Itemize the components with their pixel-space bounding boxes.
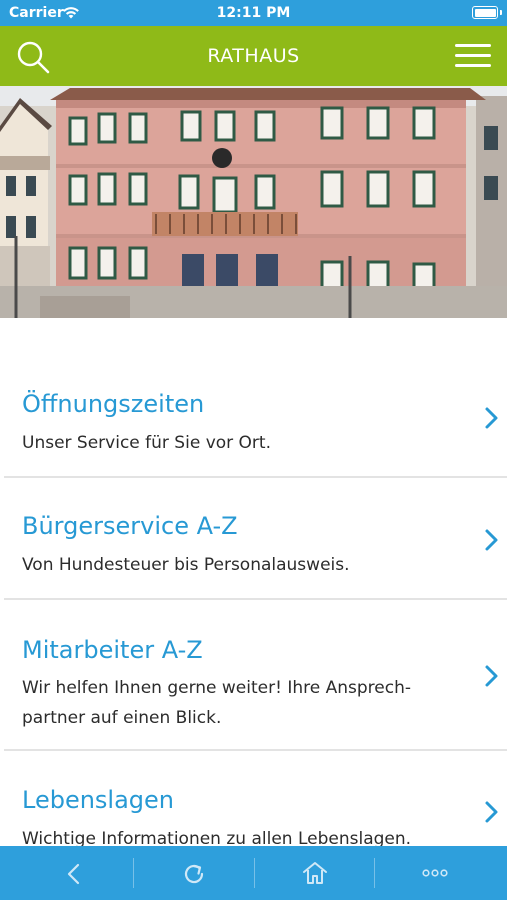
town-hall-photo: [0, 86, 507, 318]
home-icon: [303, 862, 327, 884]
description-line: Von Hundesteuer bis Personalausweis.: [22, 555, 350, 575]
clock: 12:11 PM: [216, 5, 291, 21]
status-bar: Carrier 12:11 PM: [0, 0, 507, 26]
more-icon: [422, 869, 448, 877]
divider: [4, 598, 507, 600]
chevron-right-icon: [485, 529, 498, 551]
more-button[interactable]: [375, 846, 495, 900]
hero-image: [0, 86, 507, 318]
item-description: Unser Service für Sie vor Ort.: [22, 428, 462, 458]
description-line: Wir helfen Ihnen gerne weiter! Ihre Ansp…: [22, 678, 411, 698]
battery-icon: [472, 6, 498, 19]
item-title: Bürgerservice A-Z: [22, 512, 238, 540]
home-button[interactable]: [255, 846, 375, 900]
item-description: Wir helfen Ihnen gerne weiter! Ihre Ansp…: [22, 673, 462, 733]
description-line: partner auf einen Blick.: [22, 708, 222, 728]
page-title: RATHAUS: [207, 45, 300, 67]
chevron-right-icon: [485, 407, 498, 429]
item-title: Lebenslagen: [22, 786, 175, 814]
back-button[interactable]: [14, 846, 134, 900]
item-description: Von Hundesteuer bis Personalausweis.: [22, 550, 462, 580]
bottom-toolbar: [0, 846, 507, 900]
battery-tip: [500, 10, 502, 15]
chevron-right-icon: [485, 801, 498, 823]
list-item-buergerservice[interactable]: Bürgerservice A-Z Von Hundesteuer bis Pe…: [0, 510, 507, 600]
app-header: RATHAUS: [0, 26, 507, 86]
description-line: Unser Service für Sie vor Ort.: [22, 433, 271, 453]
refresh-button[interactable]: [134, 846, 254, 900]
divider: [4, 476, 507, 478]
divider: [4, 749, 507, 751]
chevron-right-icon: [485, 665, 498, 687]
back-icon: [67, 863, 80, 885]
list-item-oeffnungszeiten[interactable]: Öffnungszeiten Unser Service für Sie vor…: [0, 388, 507, 478]
hamburger-menu-icon[interactable]: [455, 42, 491, 70]
refresh-icon: [184, 864, 204, 884]
item-title: Mitarbeiter A-Z: [22, 636, 203, 664]
item-title: Öffnungszeiten: [22, 390, 205, 418]
list-item-mitarbeiter[interactable]: Mitarbeiter A-Z Wir helfen Ihnen gerne w…: [0, 634, 507, 754]
